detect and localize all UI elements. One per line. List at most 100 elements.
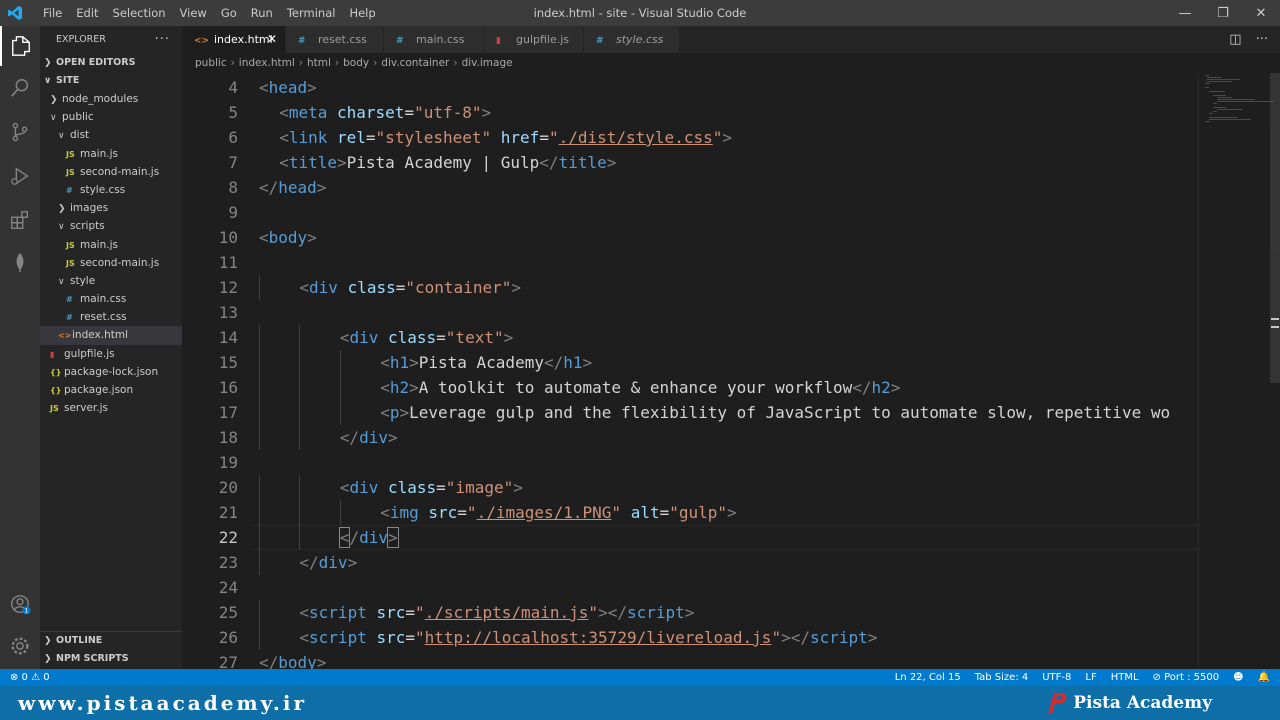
code-line[interactable]: 24	[182, 575, 1198, 600]
problems-indicator[interactable]: ⊗ 0 ⚠ 0	[10, 669, 50, 686]
file-item[interactable]: JS second-main.js	[40, 254, 182, 272]
menu-item-help[interactable]: Help	[342, 6, 382, 20]
code-line[interactable]: 7 <title>Pista Academy | Gulp</title>	[182, 150, 1198, 175]
menu-item-run[interactable]: Run	[244, 6, 280, 20]
menu-item-file[interactable]: File	[36, 6, 69, 20]
code-line[interactable]: 21 <img src="./images/1.PNG" alt="gulp">	[182, 500, 1198, 525]
split-editor-icon[interactable]: ◫	[1229, 32, 1241, 47]
file-item[interactable]: # reset.css	[40, 308, 182, 326]
file-item[interactable]: {} package-lock.json	[40, 363, 182, 381]
code-token: img	[389, 503, 419, 522]
minimize-icon[interactable]: —	[1166, 0, 1204, 26]
file-item[interactable]: JS second-main.js	[40, 163, 182, 181]
folder-item[interactable]: ∨ public	[40, 108, 182, 126]
indent-guide	[339, 400, 341, 425]
breadcrumb-item[interactable]: div.container	[381, 57, 449, 69]
open-editors-section[interactable]: ❯ OPEN EDITORS	[40, 54, 182, 72]
breadcrumb-item[interactable]: public	[195, 57, 227, 69]
menu-item-view[interactable]: View	[173, 6, 214, 20]
code-line[interactable]: 4 <head>	[182, 75, 1198, 100]
file-item[interactable]: # style.css	[40, 181, 182, 199]
code-line[interactable]: 16 <h2>A toolkit to automate & enhance yo…	[182, 375, 1198, 400]
settings-gear-icon[interactable]	[0, 626, 40, 666]
run-debug-icon[interactable]	[0, 156, 40, 196]
more-actions-icon[interactable]: ···	[155, 26, 170, 54]
account-icon[interactable]: 1	[0, 584, 40, 624]
feedback-icon[interactable]: ☻	[1233, 669, 1243, 686]
more-actions-icon[interactable]: ···	[1256, 32, 1268, 47]
code-line[interactable]: 20 <div class="image">	[182, 475, 1198, 500]
code-line[interactable]: 15 <h1>Pista Academy</h1>	[182, 350, 1198, 375]
files-icon[interactable]	[0, 26, 40, 66]
file-item[interactable]: {} package.json	[40, 381, 182, 399]
code-line[interactable]: 6 <link rel="stylesheet" href="./dist/sty…	[182, 125, 1198, 150]
folder-item[interactable]: ∨ scripts	[40, 217, 182, 235]
tab-index-html[interactable]: <> index.html ✕	[182, 26, 286, 53]
encoding[interactable]: UTF-8	[1042, 669, 1071, 686]
folder-item[interactable]: ∨ style	[40, 272, 182, 290]
file-item[interactable]: <>index.html	[40, 326, 182, 345]
folder-item[interactable]: ∨ dist	[40, 126, 182, 144]
file-item[interactable]: ▮ gulpfile.js	[40, 345, 182, 363]
file-item[interactable]: # main.css	[40, 290, 182, 308]
minimap[interactable]	[1198, 73, 1275, 669]
outline-section[interactable]: ❯ OUTLINE	[40, 632, 182, 650]
line-ending[interactable]: LF	[1085, 669, 1096, 686]
menu-item-go[interactable]: Go	[214, 6, 244, 20]
workspace-section[interactable]: ∨ SITE	[40, 72, 182, 90]
folder-item[interactable]: ❯ images	[40, 199, 182, 217]
menu-item-terminal[interactable]: Terminal	[280, 6, 343, 20]
file-item[interactable]: JS server.js	[40, 399, 182, 417]
code-line[interactable]: 13	[182, 300, 1198, 325]
maximize-icon[interactable]: ❐	[1204, 0, 1242, 26]
menu-item-edit[interactable]: Edit	[69, 6, 105, 20]
cursor-position[interactable]: Ln 22, Col 15	[895, 669, 961, 686]
code-line[interactable]: 8 </head>	[182, 175, 1198, 200]
file-item[interactable]: JS main.js	[40, 236, 182, 254]
npm-scripts-section[interactable]: ❯ NPM SCRIPTS	[40, 650, 182, 668]
code-token: =	[457, 503, 467, 522]
close-tab-icon[interactable]: ✕	[267, 26, 277, 53]
mongodb-leaf-icon[interactable]	[0, 242, 40, 282]
extensions-icon[interactable]	[0, 200, 40, 240]
code-line[interactable]: 23 </div>	[182, 550, 1198, 575]
code-line[interactable]: 22 </div>	[182, 525, 1198, 550]
code-editor[interactable]: 4 <head> 5 <meta charset="utf-8"> 6 <link rel…	[182, 73, 1280, 669]
menu-item-selection[interactable]: Selection	[106, 6, 173, 20]
chevron-right-icon: ›	[230, 57, 235, 69]
code-line[interactable]: 25 <script src="./scripts/main.js"></scri…	[182, 600, 1198, 625]
code-line[interactable]: 14 <div class="text">	[182, 325, 1198, 350]
tab-main-css[interactable]: # main.css	[384, 26, 484, 53]
code-line[interactable]: 26 <script src="http://localhost:35729/li…	[182, 625, 1198, 650]
code-line[interactable]: 10 <body>	[182, 225, 1198, 250]
breadcrumb-item[interactable]: body	[343, 57, 369, 69]
source-control-icon[interactable]	[0, 112, 40, 152]
code-line[interactable]: 11	[182, 250, 1198, 275]
tab-gulpfile-js[interactable]: ▮ gulpfile.js	[484, 26, 584, 53]
code-line[interactable]: 17 <p>Leverage gulp and the flexibility o…	[182, 400, 1198, 425]
code-line[interactable]: 18 </div>	[182, 425, 1198, 450]
tab-reset-css[interactable]: # reset.css	[286, 26, 384, 53]
file-item[interactable]: JS main.js	[40, 145, 182, 163]
folder-item[interactable]: ❯ node_modules	[40, 90, 182, 108]
code-line[interactable]: 12 <div class="container">	[182, 275, 1198, 300]
breadcrumb-item[interactable]: index.html	[239, 57, 295, 69]
tab-style-css[interactable]: # style.css	[584, 26, 680, 53]
tab-size[interactable]: Tab Size: 4	[975, 669, 1029, 686]
breadcrumb-item[interactable]: html	[307, 57, 331, 69]
breadcrumb-item[interactable]: div.image	[462, 57, 513, 69]
code-lines[interactable]: 4 <head> 5 <meta charset="utf-8"> 6 <link rel…	[182, 75, 1198, 669]
notifications-bell-icon[interactable]: 🔔	[1258, 669, 1270, 686]
code-line[interactable]: 27 </body>	[182, 650, 1198, 669]
scrollbar-thumb[interactable]	[1270, 73, 1280, 383]
language-mode[interactable]: HTML	[1111, 669, 1139, 686]
code-line[interactable]: 19	[182, 450, 1198, 475]
code-line[interactable]: 5 <meta charset="utf-8">	[182, 100, 1198, 125]
vscode-logo-icon	[8, 6, 22, 20]
live-server-port[interactable]: ⊘ Port : 5500	[1153, 669, 1220, 686]
vertical-scrollbar[interactable]	[1268, 73, 1280, 669]
code-line[interactable]: 9	[182, 200, 1198, 225]
search-icon[interactable]	[0, 68, 40, 108]
close-icon[interactable]: ✕	[1242, 0, 1280, 26]
